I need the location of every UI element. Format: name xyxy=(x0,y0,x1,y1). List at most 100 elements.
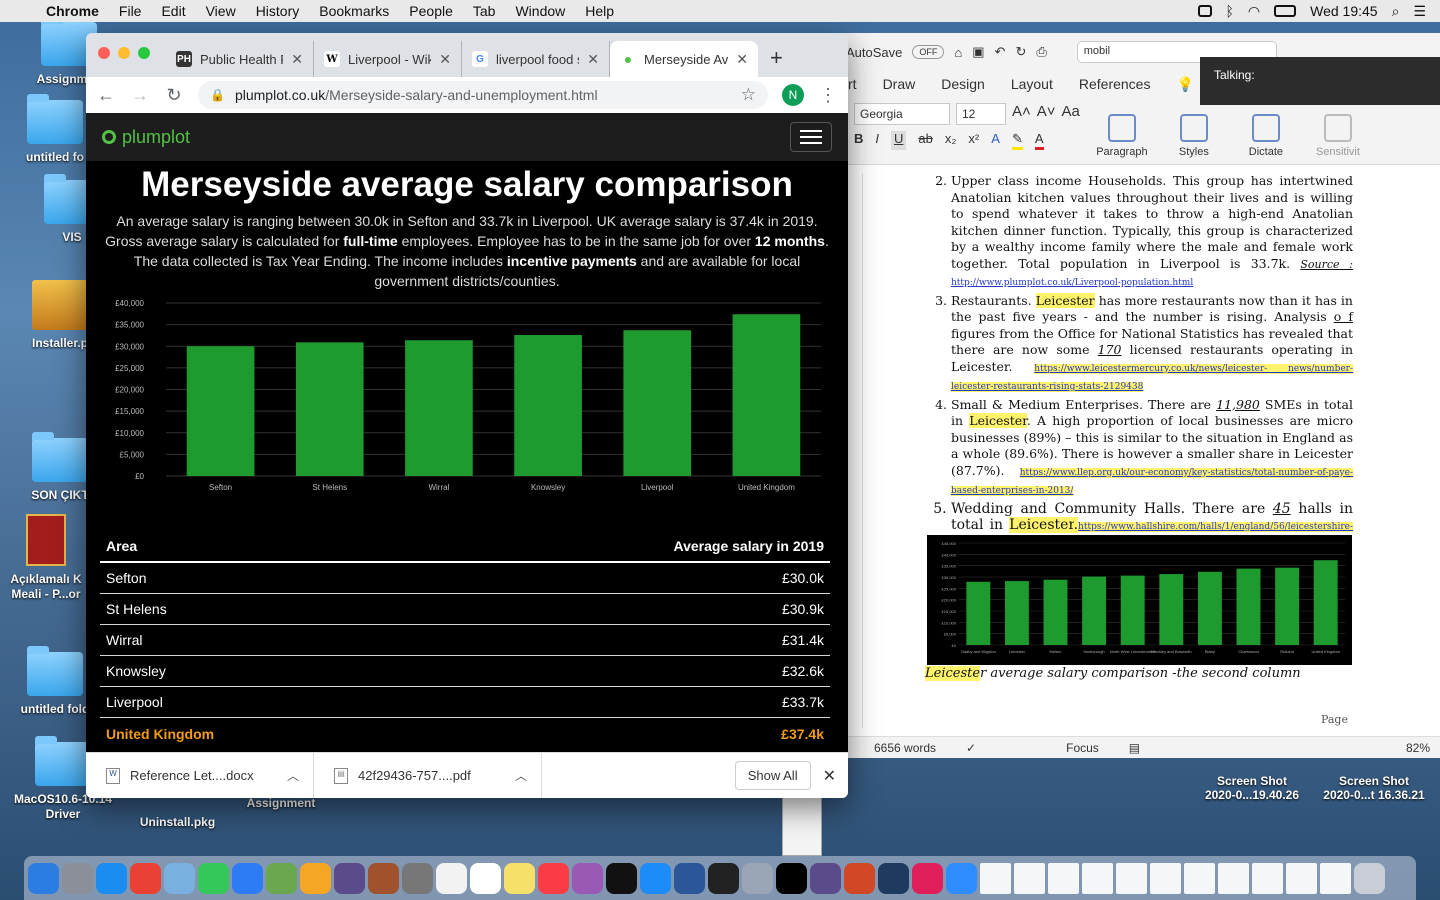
undo-icon[interactable]: ↶ xyxy=(995,44,1006,60)
minimize-window-button[interactable] xyxy=(118,47,130,59)
browser-tab[interactable]: G liverpool food s ✕ xyxy=(462,41,610,77)
menu-window[interactable]: Window xyxy=(505,3,575,19)
strikethrough-icon[interactable]: ab xyxy=(918,131,932,150)
dock-app-icon[interactable] xyxy=(28,862,59,894)
chevron-up-icon[interactable]: ︿ xyxy=(287,767,299,784)
paragraph-group[interactable]: Paragraph xyxy=(1092,103,1152,158)
dock-app-icon[interactable] xyxy=(368,862,399,894)
show-all-button[interactable]: Show All xyxy=(734,761,811,790)
profile-avatar[interactable]: N xyxy=(782,84,804,106)
dock-app-icon[interactable] xyxy=(62,862,93,894)
dock-document-thumbnail[interactable] xyxy=(1286,862,1317,894)
download-item[interactable]: W Reference Let....docx ︿ xyxy=(86,752,314,798)
menu-people[interactable]: People xyxy=(399,3,463,19)
tab-insert[interactable]: rt xyxy=(848,76,857,92)
notification-center-icon[interactable]: ☰ xyxy=(1413,3,1426,20)
dock-app-icon[interactable] xyxy=(674,862,705,894)
dock-app-icon[interactable] xyxy=(810,862,841,894)
tab-layout[interactable]: Layout xyxy=(1011,76,1053,92)
dock-app-icon[interactable] xyxy=(470,862,501,894)
dock-app-icon[interactable] xyxy=(436,862,467,894)
download-item[interactable]: ▤ 42f29436-757....pdf ︿ xyxy=(314,752,542,798)
chevron-up-icon[interactable]: ︿ xyxy=(515,767,527,784)
close-downloads-icon[interactable]: ✕ xyxy=(823,766,836,786)
more-menu-icon[interactable]: ⋮ xyxy=(818,85,838,106)
reload-icon[interactable]: ↻ xyxy=(164,85,184,106)
close-tab-icon[interactable]: ✕ xyxy=(291,51,303,68)
menu-history[interactable]: History xyxy=(246,3,310,19)
dock-app-icon[interactable] xyxy=(912,862,943,894)
subscript-icon[interactable]: x₂ xyxy=(945,131,957,150)
underline-icon[interactable]: U xyxy=(891,131,907,150)
autosave-toggle[interactable]: OFF xyxy=(912,45,945,59)
print-layout-icon[interactable]: ▤ xyxy=(1129,741,1140,755)
dock-app-icon[interactable] xyxy=(198,862,229,894)
dock-document-thumbnail[interactable] xyxy=(1320,862,1351,894)
dock-document-thumbnail[interactable] xyxy=(1014,862,1045,894)
dock-app-icon[interactable] xyxy=(640,862,671,894)
tab-references[interactable]: References xyxy=(1079,76,1151,92)
bookmark-star-icon[interactable]: ☆ xyxy=(741,85,756,105)
dock-app-icon[interactable] xyxy=(776,862,807,894)
close-tab-icon[interactable]: ✕ xyxy=(736,51,748,68)
site-logo[interactable]: plumplot xyxy=(102,127,190,148)
menu-tab[interactable]: Tab xyxy=(463,3,506,19)
close-tab-icon[interactable]: ✕ xyxy=(587,51,599,68)
back-arrow-icon[interactable]: ← xyxy=(96,85,116,106)
dock-app-icon[interactable] xyxy=(334,862,365,894)
zoom-window-button[interactable] xyxy=(138,47,150,59)
word-document-page[interactable]: Upper class income Households. This grou… xyxy=(862,173,1418,728)
focus-mode[interactable]: Focus xyxy=(1066,741,1099,755)
dock-app-icon[interactable] xyxy=(538,862,569,894)
close-window-button[interactable] xyxy=(98,47,110,59)
font-color-icon[interactable]: A xyxy=(1034,131,1044,150)
browser-tab[interactable]: W Liverpool - Wik ✕ xyxy=(314,41,462,77)
new-tab-button[interactable]: + xyxy=(758,45,795,77)
menu-bookmarks[interactable]: Bookmarks xyxy=(309,3,399,19)
italic-icon[interactable]: I xyxy=(875,131,879,150)
styles-group[interactable]: Styles xyxy=(1164,103,1224,158)
screen-record-icon[interactable] xyxy=(1197,5,1212,17)
print-icon[interactable]: ⎙ xyxy=(1036,44,1046,60)
dock-app-icon[interactable] xyxy=(946,862,977,894)
menu-file[interactable]: File xyxy=(109,3,152,19)
dock-app-icon[interactable] xyxy=(708,862,739,894)
dock-app-icon[interactable] xyxy=(164,862,195,894)
dock-document-thumbnail[interactable] xyxy=(1252,862,1283,894)
sensitivity-group[interactable]: Sensitivit xyxy=(1308,103,1368,158)
zoom-level[interactable]: 82% xyxy=(1406,741,1430,755)
text-effects-icon[interactable]: A xyxy=(991,131,1000,150)
proofing-icon[interactable]: ✓ xyxy=(966,741,976,755)
address-bar[interactable]: 🔒 plumplot.co.uk/Merseyside-salary-and-u… xyxy=(198,81,768,109)
menu-app-name[interactable]: Chrome xyxy=(40,3,109,19)
dock-app-icon[interactable] xyxy=(96,862,127,894)
font-size-select[interactable]: 12 xyxy=(956,103,1006,125)
desktop-screenshot-file[interactable]: Screen Shot 2020-0...t 16.36.21 xyxy=(1312,774,1436,802)
change-case-icon[interactable]: Aa xyxy=(1062,103,1080,125)
grow-font-icon[interactable]: A˄ xyxy=(1012,103,1031,125)
wifi-icon[interactable]: ◠ xyxy=(1248,3,1260,20)
lock-icon[interactable]: 🔒 xyxy=(210,88,225,102)
bluetooth-icon[interactable]: ᛒ xyxy=(1226,3,1234,19)
highlight-icon[interactable]: ✎ xyxy=(1011,131,1023,150)
browser-tab-active[interactable]: ● Merseyside Av ✕ xyxy=(610,41,758,77)
source-link[interactable]: http://www.plumplot.co.uk/Liverpool-popu… xyxy=(951,278,1193,288)
dock-document-thumbnail[interactable] xyxy=(980,862,1011,894)
lightbulb-icon[interactable]: 💡 xyxy=(1176,76,1193,93)
shrink-font-icon[interactable]: A˅ xyxy=(1037,103,1056,125)
bold-icon[interactable]: B xyxy=(854,131,863,150)
spotlight-search-icon[interactable]: ⌕ xyxy=(1392,3,1400,20)
save-icon[interactable]: ▣ xyxy=(972,44,984,60)
dock-app-icon[interactable] xyxy=(130,862,161,894)
word-count[interactable]: 6656 words xyxy=(874,741,936,755)
dock-document-thumbnail[interactable] xyxy=(1116,862,1147,894)
home-icon[interactable]: ⌂ xyxy=(954,45,962,60)
dock-document-thumbnail[interactable] xyxy=(1082,862,1113,894)
dock-app-icon[interactable] xyxy=(266,862,297,894)
dock-document-thumbnail[interactable] xyxy=(1184,862,1215,894)
embedded-salary-chart[interactable]: £0 £5,000 £10,000 £15,000 £20,000 £25,000 £30,… xyxy=(927,535,1352,665)
close-tab-icon[interactable]: ✕ xyxy=(439,51,451,68)
menu-edit[interactable]: Edit xyxy=(151,3,195,19)
document-thumbnail[interactable] xyxy=(782,796,822,856)
dock-app-icon[interactable] xyxy=(878,862,909,894)
